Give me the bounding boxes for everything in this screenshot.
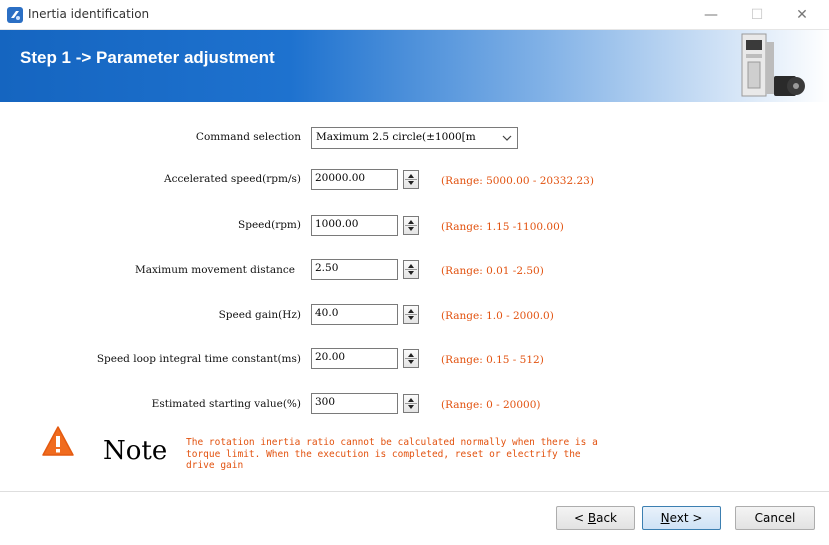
max-movement-distance-input[interactable]: 2.50 [311,259,398,280]
next-button-label: ext > [669,511,703,525]
command-selection-label: Command selection [195,131,301,143]
chevron-down-icon[interactable] [502,133,512,143]
accelerated-speed-spinner[interactable] [403,170,419,189]
speed-gain-input[interactable]: 40.0 [311,304,398,325]
window-title: Inertia identification [28,7,150,21]
estimated-starting-value-spinner[interactable] [403,394,419,413]
warning-triangle-icon [42,426,74,456]
speed-label: Speed(rpm) [238,219,301,231]
speed-gain-spinner[interactable] [403,305,419,324]
command-selection-dropdown[interactable]: Maximum 2.5 circle(±1000[m [311,127,518,149]
max-movement-distance-range: (Range: 0.01 -2.50) [441,265,544,277]
speed-gain-label: Speed gain(Hz) [218,309,301,321]
max-movement-distance-spinner[interactable] [403,260,419,279]
step-header-banner: Step 1 -> Parameter adjustment [0,30,829,102]
cancel-button[interactable]: Cancel [735,506,815,530]
speed-range: (Range: 1.15 -1100.00) [441,221,564,233]
back-button-prefix: < [573,511,588,525]
speed-loop-integral-input[interactable]: 20.00 [311,348,398,369]
step-title: Step 1 -> Parameter adjustment [20,48,275,67]
speed-loop-integral-spinner[interactable] [403,349,419,368]
estimated-starting-value-input[interactable]: 300 [311,393,398,414]
close-button[interactable]: ✕ [788,4,816,26]
app-logo-icon [7,7,23,23]
speed-spinner[interactable] [403,216,419,235]
back-button[interactable]: < Back [556,506,635,530]
note-heading: Note [103,436,168,466]
speed-input[interactable]: 1000.00 [311,215,398,236]
estimated-starting-value-label: Estimated starting value(%) [151,398,301,410]
speed-loop-integral-label: Speed loop integral time constant(ms) [96,353,301,365]
speed-gain-range: (Range: 1.0 - 2000.0) [441,310,554,322]
speed-loop-integral-range: (Range: 0.15 - 512) [441,354,544,366]
max-movement-distance-label: Maximum movement distance [134,264,295,276]
accelerated-speed-label: Accelerated speed(rpm/s) [164,173,301,185]
maximize-button[interactable]: ☐ [743,4,771,26]
estimated-starting-value-range: (Range: 0 - 20000) [441,399,541,411]
servo-drive-motor-icon [741,33,805,97]
title-bar: Inertia identification — ☐ ✕ [0,0,829,30]
note-line-3: drive gain [186,460,244,471]
next-button[interactable]: Next > [642,506,721,530]
minimize-button[interactable]: — [697,4,725,26]
accelerated-speed-range: (Range: 5000.00 - 20332.23) [441,175,594,187]
note-message: The rotation inertia ratio cannot be cal… [186,437,676,475]
accelerated-speed-input[interactable]: 20000.00 [311,169,398,190]
next-button-accesskey: N [660,511,670,525]
back-button-label: ack [596,511,617,525]
footer-divider [0,491,829,492]
note-line-1: The rotation inertia ratio cannot be cal… [186,437,598,448]
back-button-accesskey: B [587,511,597,525]
note-line-2: torque limit. When the execution is comp… [186,448,581,460]
